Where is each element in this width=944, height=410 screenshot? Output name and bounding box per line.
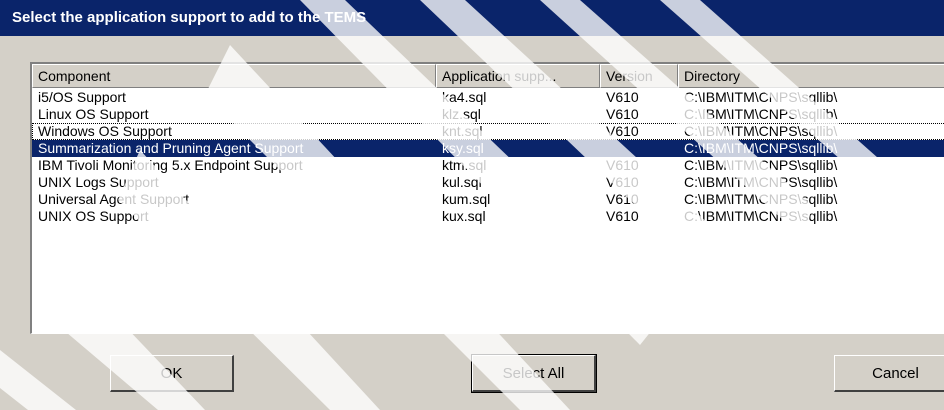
row-component: Summarization and Pruning Agent Support <box>38 140 304 156</box>
row-version: V610 <box>606 208 639 224</box>
list-item[interactable]: IBM Tivoli Monitoring 5.x Endpoint Suppo… <box>32 157 944 174</box>
row-application-support: kum.sql <box>442 191 491 207</box>
row-version: V610 <box>606 157 639 173</box>
column-header-version[interactable]: Version <box>600 64 678 88</box>
row-application-support: kul.sql <box>442 174 482 190</box>
row-application-support: knt.sql <box>442 123 483 139</box>
row-component: UNIX OS Support <box>38 208 149 224</box>
row-directory: C:\IBM\ITM\CNPS\sqllib\ <box>684 106 838 122</box>
row-component: i5/OS Support <box>38 89 126 105</box>
row-directory: C:\IBM\ITM\CNPS\sqllib\ <box>684 123 838 139</box>
column-header-directory[interactable]: Directory <box>678 64 944 88</box>
list-item[interactable]: Summarization and Pruning Agent Support k… <box>32 140 944 157</box>
row-directory: C:\IBM\ITM\CNPS\sqllib\ <box>684 191 838 207</box>
ok-button[interactable]: OK <box>110 355 234 392</box>
list-item[interactable]: UNIX Logs Support kul.sql V610 C:\IBM\ITM\C… <box>32 174 944 191</box>
row-version: V610 <box>606 174 639 190</box>
row-version: V610 <box>606 123 639 139</box>
row-directory: C:\IBM\ITM\CNPS\sqllib\ <box>684 89 838 105</box>
row-version: V610 <box>606 106 639 122</box>
row-component: Linux OS Support <box>38 106 149 122</box>
list-item[interactable]: Universal Agent Support kum.sql V610 C:\IBM… <box>32 191 944 208</box>
cancel-button[interactable]: Cancel <box>834 355 944 392</box>
row-directory: C:\IBM\ITM\CNPS\sqllib\ <box>684 140 838 156</box>
row-version: V610 <box>606 89 639 105</box>
row-application-support: ktm.sql <box>442 157 487 173</box>
list-header: Component Application supp... Version Di… <box>32 64 944 88</box>
row-component: Universal Agent Support <box>38 191 189 207</box>
list-item[interactable]: UNIX OS Support kux.sql V610 C:\IBM\ITM\CNP… <box>32 208 944 225</box>
row-application-support: kux.sql <box>442 208 486 224</box>
column-header-application-support[interactable]: Application supp... <box>436 64 600 88</box>
row-application-support: ksy.sql <box>442 140 484 156</box>
row-component: Windows OS Support <box>38 123 172 139</box>
row-version: V610 <box>606 191 639 207</box>
row-version <box>606 140 676 157</box>
row-directory: C:\IBM\ITM\CNPS\sqllib\ <box>684 157 838 173</box>
row-component: IBM Tivoli Monitoring 5.x Endpoint Suppo… <box>38 157 303 173</box>
list-item[interactable]: Linux OS Support klz.sql V610 C:\IBM\ITM\CN… <box>32 106 944 123</box>
dialog-window: Select the application support to add to… <box>0 0 944 410</box>
list-item[interactable]: Windows OS Support knt.sql V610 C:\IBM\ITM\… <box>32 123 944 140</box>
row-directory: C:\IBM\ITM\CNPS\sqllib\ <box>684 174 838 190</box>
select-all-button[interactable]: Select All <box>471 354 597 393</box>
dialog-title: Select the application support to add to… <box>0 0 944 36</box>
row-directory: C:\IBM\ITM\CNPS\sqllib\ <box>684 208 838 224</box>
row-application-support: klz.sql <box>442 106 481 122</box>
row-application-support: ka4.sql <box>442 89 487 105</box>
component-list[interactable]: Component Application supp... Version Di… <box>30 62 944 334</box>
list-item[interactable]: i5/OS Support ka4.sql V610 C:\IBM\ITM\CNPS\… <box>32 89 944 106</box>
row-component: UNIX Logs Support <box>38 174 159 190</box>
column-header-component[interactable]: Component <box>32 64 436 88</box>
